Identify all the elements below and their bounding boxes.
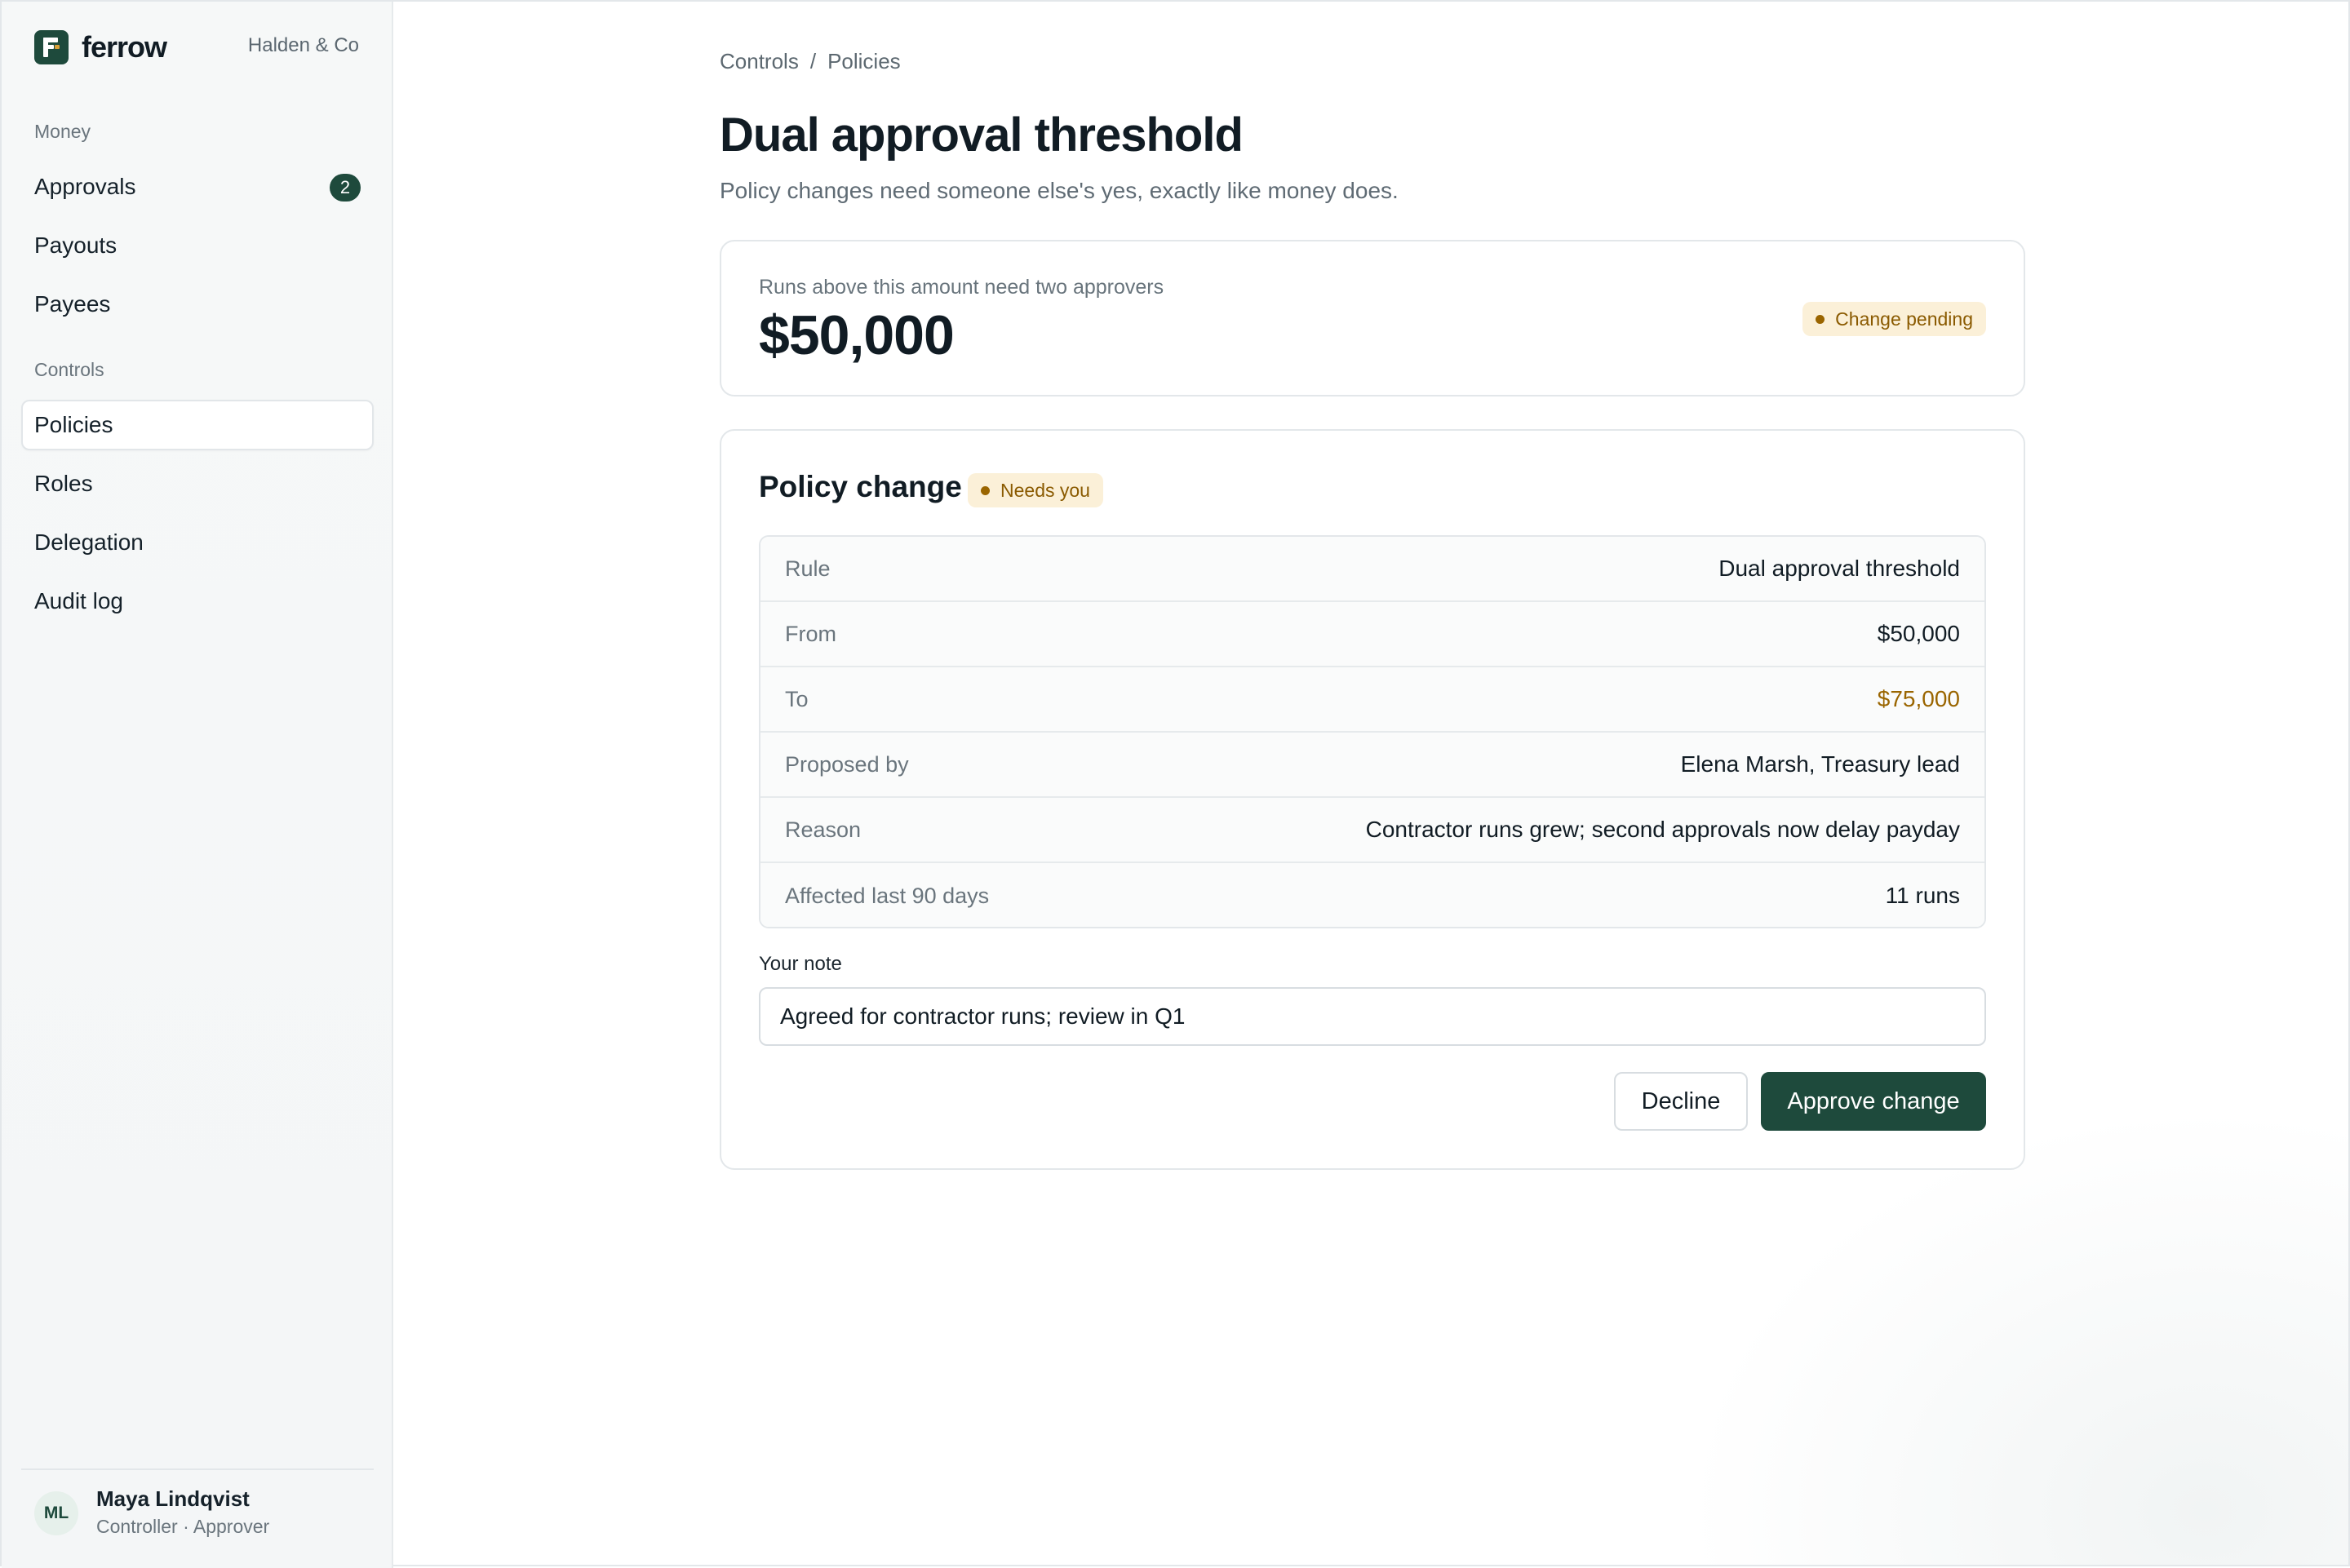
table-row: To $75,000	[760, 667, 1984, 733]
note-label: Your note	[759, 953, 842, 975]
sidebar-item-payouts[interactable]: Payouts	[21, 220, 374, 271]
page-subtitle: Policy changes need someone else's yes, …	[720, 178, 1399, 203]
approvals-count-badge: 2	[330, 174, 361, 202]
sidebar-item-label: Delegation	[34, 529, 144, 555]
row-key: Proposed by	[785, 751, 909, 777]
brand-name: ferrow	[82, 30, 167, 64]
ferrow-logo-icon	[34, 30, 69, 64]
threshold-label: Runs above this amount need two approver…	[759, 276, 1164, 299]
policy-change-heading: Policy change	[759, 470, 962, 503]
sidebar-item-audit-log[interactable]: Audit log	[21, 576, 374, 627]
table-row: Rule Dual approval threshold	[760, 537, 1984, 602]
sidebar-item-label: Roles	[34, 471, 93, 496]
decline-button[interactable]: Decline	[1614, 1072, 1748, 1131]
divider	[21, 1468, 374, 1470]
breadcrumb-separator: /	[809, 49, 817, 73]
org-switcher[interactable]: Halden & Co	[248, 34, 359, 57]
change-details-table: Rule Dual approval threshold From $50,00…	[759, 535, 1986, 928]
breadcrumb-policies[interactable]: Policies	[827, 49, 901, 74]
sidebar-item-label: Approvals	[34, 174, 136, 199]
status-dot-icon	[981, 486, 990, 495]
sidebar-item-label: Audit log	[34, 588, 123, 613]
sidebar: ferrow Halden & Co Money Approvals 2 Pay…	[2, 2, 393, 1568]
row-key: Affected last 90 days	[785, 883, 990, 908]
sidebar-item-label: Policies	[34, 412, 113, 437]
page-title: Dual approval threshold	[720, 109, 1244, 162]
sidebar-item-policies[interactable]: Policies	[21, 400, 374, 450]
user-name: Maya Lindqvist	[96, 1486, 250, 1511]
row-value: Contractor runs grew; second approvals n…	[1365, 817, 1960, 842]
row-value: Dual approval threshold	[1718, 556, 1960, 581]
sidebar-item-label: Payees	[34, 291, 111, 317]
sidebar-item-label: Payouts	[34, 233, 118, 258]
status-badge-label: Change pending	[1835, 308, 1973, 330]
sidebar-item-delegation[interactable]: Delegation	[21, 517, 374, 568]
threshold-card: Runs above this amount need two approver…	[720, 240, 2025, 396]
policy-change-card: Policy change Needs you Rule Dual approv…	[720, 429, 2025, 1170]
row-value: 11 runs	[1885, 883, 1960, 908]
row-value: $75,000	[1877, 686, 1960, 711]
sidebar-item-roles[interactable]: Roles	[21, 458, 374, 509]
user-role: Controller · Approver	[96, 1516, 270, 1537]
table-row: From $50,000	[760, 602, 1984, 667]
row-key: From	[785, 621, 836, 646]
note-input[interactable]	[759, 987, 1986, 1046]
sidebar-item-payees[interactable]: Payees	[21, 279, 374, 330]
breadcrumb-controls[interactable]: Controls	[720, 49, 799, 74]
table-row: Proposed by Elena Marsh, Treasury lead	[760, 733, 1984, 798]
nav-section-money: Money	[34, 121, 91, 142]
row-key: Reason	[785, 817, 862, 842]
sidebar-item-approvals[interactable]: Approvals 2	[21, 162, 374, 212]
avatar[interactable]: ML	[34, 1491, 78, 1535]
breadcrumb: Controls / Policies	[720, 49, 901, 74]
threshold-amount: $50,000	[759, 304, 955, 366]
needs-you-badge: Needs you	[968, 473, 1103, 507]
status-dot-icon	[1816, 315, 1825, 324]
row-value: $50,000	[1877, 621, 1960, 646]
app-window: ferrow Halden & Co Money Approvals 2 Pay…	[0, 0, 2350, 1568]
row-key: Rule	[785, 556, 831, 581]
brand[interactable]: ferrow	[34, 29, 167, 65]
status-badge: Change pending	[1802, 302, 1986, 336]
table-row: Reason Contractor runs grew; second appr…	[760, 798, 1984, 863]
row-value: Elena Marsh, Treasury lead	[1680, 751, 1960, 777]
row-key: To	[785, 686, 809, 711]
needs-you-label: Needs you	[1000, 479, 1090, 501]
approve-change-button[interactable]: Approve change	[1761, 1072, 1986, 1131]
nav-section-controls: Controls	[34, 359, 104, 380]
table-row: Affected last 90 days 11 runs	[760, 863, 1984, 927]
